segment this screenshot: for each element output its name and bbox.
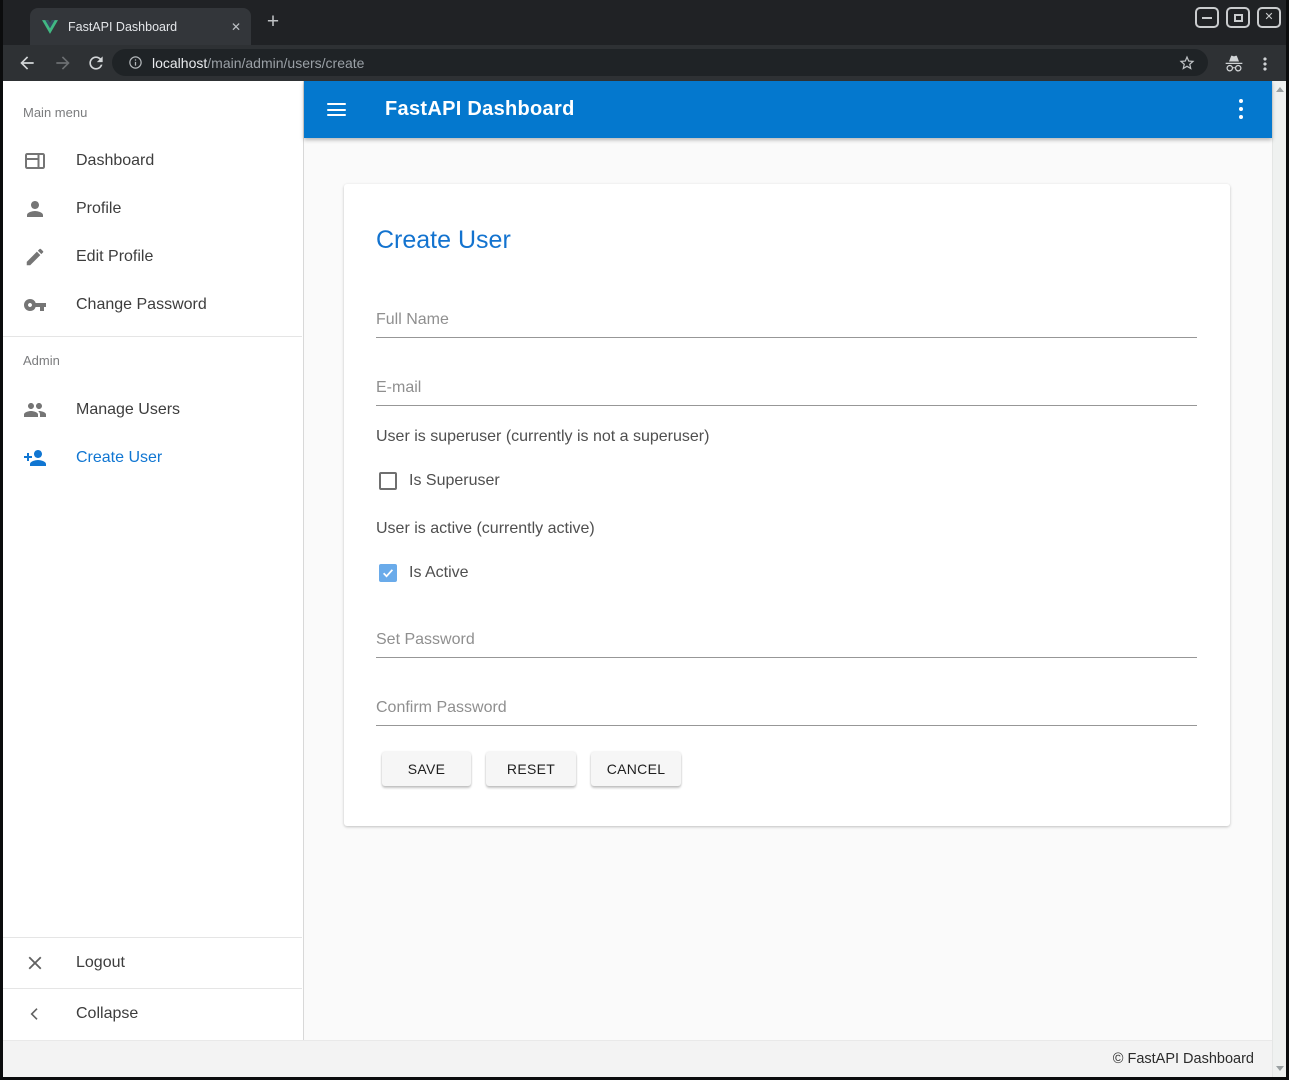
sidebar-item-label: Profile xyxy=(76,200,121,218)
sidebar-item-manage-users[interactable]: Manage Users xyxy=(3,386,302,434)
reload-button[interactable] xyxy=(86,53,106,73)
sidebar-item-label: Edit Profile xyxy=(76,248,153,266)
app-header: FastAPI Dashboard xyxy=(304,81,1272,138)
key-icon xyxy=(23,293,47,317)
close-window-icon: ✕ xyxy=(1264,12,1273,23)
sidebar-item-label: Manage Users xyxy=(76,401,180,419)
sidebar-item-edit-profile[interactable]: Edit Profile xyxy=(3,233,302,281)
url-text: localhost/main/admin/users/create xyxy=(152,55,1178,71)
tab-strip: FastAPI Dashboard ✕ + ✕ xyxy=(3,0,1286,45)
checkbox-label: Is Superuser xyxy=(409,472,500,490)
sidebar-divider xyxy=(3,336,302,337)
active-note: User is active (currently active) xyxy=(376,520,595,538)
sidebar-item-collapse[interactable]: Collapse xyxy=(3,988,302,1040)
browser-toolbar: localhost/main/admin/users/create xyxy=(3,45,1286,81)
chevron-left-icon xyxy=(23,1002,47,1026)
sidebar-item-profile[interactable]: Profile xyxy=(3,185,302,233)
sidebar-item-label: Create User xyxy=(76,449,162,467)
app-title: FastAPI Dashboard xyxy=(385,98,575,121)
sidebar-item-logout[interactable]: Logout xyxy=(3,937,302,988)
new-tab-button[interactable]: + xyxy=(261,11,285,35)
minimize-button[interactable] xyxy=(1195,7,1219,28)
person-add-icon xyxy=(23,446,47,470)
input-underline xyxy=(376,725,1197,726)
input-underline xyxy=(376,657,1197,658)
dashboard-icon xyxy=(23,149,47,173)
sidebar-item-label: Dashboard xyxy=(76,152,154,170)
url-path: /main/admin/users/create xyxy=(207,55,364,71)
page-footer: © FastAPI Dashboard xyxy=(3,1040,1272,1077)
people-icon xyxy=(23,398,47,422)
page-viewport: Main menu Dashboard Profile Edit Profile… xyxy=(3,81,1286,1077)
pencil-icon xyxy=(23,245,47,269)
maximize-icon xyxy=(1234,14,1243,22)
bookmark-star-icon[interactable] xyxy=(1178,54,1196,72)
content-area: Create User User is superuser (currently… xyxy=(304,138,1272,1040)
url-host: localhost xyxy=(152,55,207,71)
page-title: Create User xyxy=(376,226,511,255)
address-bar[interactable]: localhost/main/admin/users/create xyxy=(112,49,1208,76)
tab-close-icon[interactable]: ✕ xyxy=(231,21,241,33)
forward-button[interactable] xyxy=(53,53,73,73)
superuser-note: User is superuser (currently is not a su… xyxy=(376,428,709,446)
set-password-field[interactable] xyxy=(376,628,1197,652)
create-user-card: Create User User is superuser (currently… xyxy=(344,184,1230,826)
kebab-menu-icon[interactable] xyxy=(1239,99,1243,123)
sidebar-item-label: Collapse xyxy=(76,1005,138,1023)
minimize-icon xyxy=(1202,17,1212,19)
main-area: FastAPI Dashboard Create User User is su… xyxy=(304,81,1272,1040)
vertical-scrollbar[interactable] xyxy=(1272,81,1286,1077)
sidebar-item-change-password[interactable]: Change Password xyxy=(3,281,302,329)
back-button[interactable] xyxy=(17,53,37,73)
sidebar-section-main-menu: Main menu xyxy=(23,105,87,120)
sidebar: Main menu Dashboard Profile Edit Profile… xyxy=(3,81,304,1040)
footer-text: © FastAPI Dashboard xyxy=(1113,1051,1254,1067)
checkbox-label: Is Active xyxy=(409,564,469,582)
reset-button[interactable]: RESET xyxy=(486,752,576,786)
sidebar-item-create-user[interactable]: Create User xyxy=(3,434,302,482)
maximize-button[interactable] xyxy=(1226,7,1250,28)
is-active-checkbox[interactable]: Is Active xyxy=(379,564,469,582)
checkbox-checked-icon xyxy=(379,564,397,582)
is-superuser-checkbox[interactable]: Is Superuser xyxy=(379,472,500,490)
tab-title: FastAPI Dashboard xyxy=(68,20,223,34)
confirm-password-field[interactable] xyxy=(376,696,1197,720)
sidebar-section-admin: Admin xyxy=(23,353,60,368)
full-name-field[interactable] xyxy=(376,308,1197,332)
sidebar-item-label: Logout xyxy=(76,954,125,972)
cancel-button[interactable]: CANCEL xyxy=(591,752,681,786)
incognito-icon xyxy=(1224,54,1244,74)
close-window-button[interactable]: ✕ xyxy=(1257,7,1281,28)
browser-tab[interactable]: FastAPI Dashboard ✕ xyxy=(30,8,251,45)
person-icon xyxy=(23,197,47,221)
vue-logo-icon xyxy=(42,20,58,34)
menu-icon[interactable] xyxy=(327,103,346,116)
input-underline xyxy=(376,405,1197,406)
sidebar-item-dashboard[interactable]: Dashboard xyxy=(3,137,302,185)
window-controls: ✕ xyxy=(1195,7,1281,28)
close-icon xyxy=(23,951,47,975)
browser-menu-icon[interactable] xyxy=(1255,54,1275,74)
input-underline xyxy=(376,337,1197,338)
site-info-icon[interactable] xyxy=(128,55,143,70)
scroll-up-arrow-icon[interactable] xyxy=(1276,87,1284,92)
email-field[interactable] xyxy=(376,376,1197,400)
form-buttons: SAVE RESET CANCEL xyxy=(382,752,681,786)
save-button[interactable]: SAVE xyxy=(382,752,471,786)
sidebar-item-label: Change Password xyxy=(76,296,207,314)
checkbox-unchecked-icon xyxy=(379,472,397,490)
scroll-down-arrow-icon[interactable] xyxy=(1276,1066,1284,1071)
browser-chrome: FastAPI Dashboard ✕ + ✕ localhost/main/a… xyxy=(3,0,1286,81)
